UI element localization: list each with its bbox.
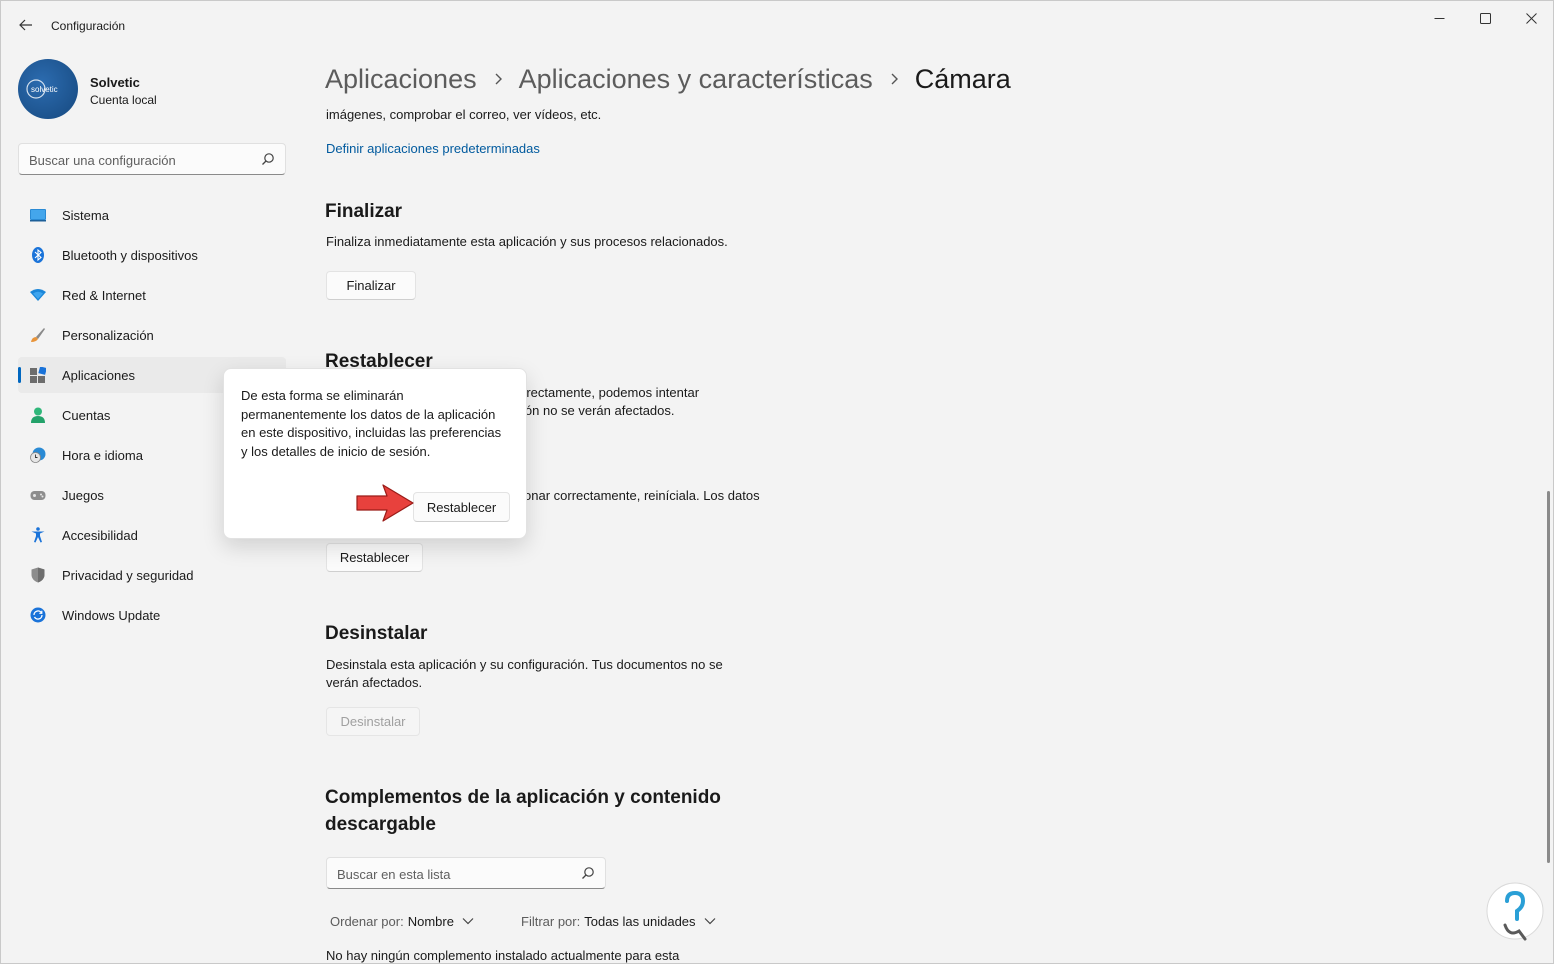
avatar-logo: solvetic: [26, 79, 58, 99]
update-icon: [30, 607, 46, 623]
chevron-right-icon: [889, 71, 899, 87]
default-apps-link[interactable]: Definir aplicaciones predeterminadas: [326, 141, 540, 156]
addons-search-box[interactable]: [326, 857, 606, 889]
sidebar-item-label: Personalización: [62, 328, 154, 343]
minimize-button[interactable]: [1416, 1, 1462, 35]
page-title: Cámara: [914, 63, 1011, 94]
filter-label: Filtrar por:: [521, 913, 581, 929]
breadcrumb-item-caracteristicas[interactable]: Aplicaciones y características: [519, 64, 873, 95]
app-title: Configuración: [51, 19, 126, 33]
filter-dropdown[interactable]: Filtrar por: Todas las unidades: [521, 911, 716, 931]
settings-search-box[interactable]: [18, 143, 286, 175]
settings-window: Configuración solvetic Solvetic Cuenta l…: [0, 0, 1554, 964]
brush-icon: [31, 328, 45, 342]
breadcrumb-item-aplicaciones[interactable]: Aplicaciones: [325, 64, 477, 95]
repair-description-line1: rrectamente, podemos intentar: [522, 385, 700, 400]
system-icon: [30, 209, 46, 222]
sort-value: Nombre: [407, 913, 454, 929]
desinstalar-heading: Desinstalar: [325, 623, 428, 644]
sidebar-item-label: Windows Update: [62, 608, 161, 623]
uninstall-button[interactable]: Desinstalar: [326, 707, 420, 736]
back-button[interactable]: [11, 11, 41, 39]
sidebar-item-label: Sistema: [62, 208, 109, 223]
wifi-icon: [30, 289, 46, 301]
finalizar-heading: Finalizar: [325, 201, 403, 222]
sidebar-item-label: Red & Internet: [62, 288, 146, 303]
sort-dropdown[interactable]: Ordenar por: Nombre: [330, 911, 474, 931]
sidebar-item-red[interactable]: Red & Internet: [18, 277, 286, 313]
close-button[interactable]: [1508, 1, 1553, 35]
sidebar-item-label: Privacidad y seguridad: [62, 568, 194, 583]
sort-label: Ordenar por:: [330, 913, 404, 929]
sidebar-item-label: Hora e idioma: [62, 448, 143, 463]
sidebar-item-sistema[interactable]: Sistema: [18, 197, 286, 233]
confirm-reset-button[interactable]: Restablecer: [413, 492, 510, 522]
maximize-button[interactable]: [1462, 1, 1508, 35]
user-name: Solvetic: [90, 75, 140, 90]
clock-globe-icon: [30, 447, 46, 463]
settings-search-input[interactable]: [29, 150, 249, 170]
search-icon[interactable]: [261, 152, 275, 166]
apps-icon: [30, 367, 46, 383]
filter-value: Todas las unidades: [584, 913, 696, 929]
gamepad-icon: [30, 491, 46, 500]
reset-button[interactable]: Restablecer: [326, 543, 423, 572]
reset-description: onar correctamente, reiníciala. Los dato…: [524, 488, 760, 503]
maximize-icon: [1479, 12, 1491, 24]
uninstall-description-line1: Desinstala esta aplicación y su configur…: [326, 657, 723, 672]
sidebar-item-personalizacion[interactable]: Personalización: [18, 317, 286, 353]
account-icon: [31, 407, 45, 423]
sidebar-item-label: Bluetooth y dispositivos: [62, 248, 198, 263]
sidebar-item-label: Juegos: [62, 488, 104, 503]
search-icon[interactable]: [581, 866, 595, 880]
sidebar-item-label: Cuentas: [62, 408, 111, 423]
avatar[interactable]: solvetic: [18, 59, 78, 119]
finalizar-description: Finaliza inmediatamente esta aplicación …: [326, 234, 728, 249]
flyout-message: De esta forma se eliminarán permanenteme…: [241, 388, 502, 459]
sidebar-item-windows-update[interactable]: Windows Update: [18, 597, 286, 633]
breadcrumb: Aplicaciones Aplicaciones y característi…: [325, 59, 1011, 99]
title-bar: Configuración: [1, 1, 1553, 49]
sidebar-item-bluetooth[interactable]: Bluetooth y dispositivos: [18, 237, 286, 273]
watermark-logo-icon: [1486, 882, 1544, 941]
avatar-text: solvetic: [31, 85, 58, 94]
accessibility-icon: [31, 527, 45, 543]
close-icon: [1525, 12, 1537, 24]
addons-search-input[interactable]: [337, 864, 567, 884]
chevron-down-icon: [462, 918, 474, 925]
minimize-icon: [1434, 17, 1444, 19]
uninstall-description-line2: verán afectados.: [326, 675, 423, 690]
back-arrow-icon: [19, 19, 32, 31]
chevron-right-icon: [493, 71, 503, 87]
chevron-down-icon: [704, 918, 715, 925]
addons-heading-line1: Complementos de la aplicación y contenid…: [325, 787, 721, 808]
account-type: Cuenta local: [90, 93, 157, 107]
finalizar-button[interactable]: Finalizar: [326, 271, 416, 300]
vertical-scrollbar[interactable]: [1547, 491, 1550, 863]
red-arrow-icon: [356, 484, 414, 522]
addons-heading-line2: descargable: [325, 814, 436, 835]
bluetooth-icon: [32, 247, 44, 263]
shield-icon: [31, 567, 45, 583]
sidebar-item-label: Aplicaciones: [62, 368, 135, 383]
sidebar-item-label: Accesibilidad: [62, 528, 138, 543]
sidebar-item-privacidad[interactable]: Privacidad y seguridad: [18, 557, 286, 593]
repair-description-line2: ión no se verán afectados.: [522, 403, 675, 418]
intro-text: imágenes, comprobar el correo, ver vídeo…: [326, 107, 602, 122]
addons-empty-text: No hay ningún complemento instalado actu…: [326, 948, 680, 963]
